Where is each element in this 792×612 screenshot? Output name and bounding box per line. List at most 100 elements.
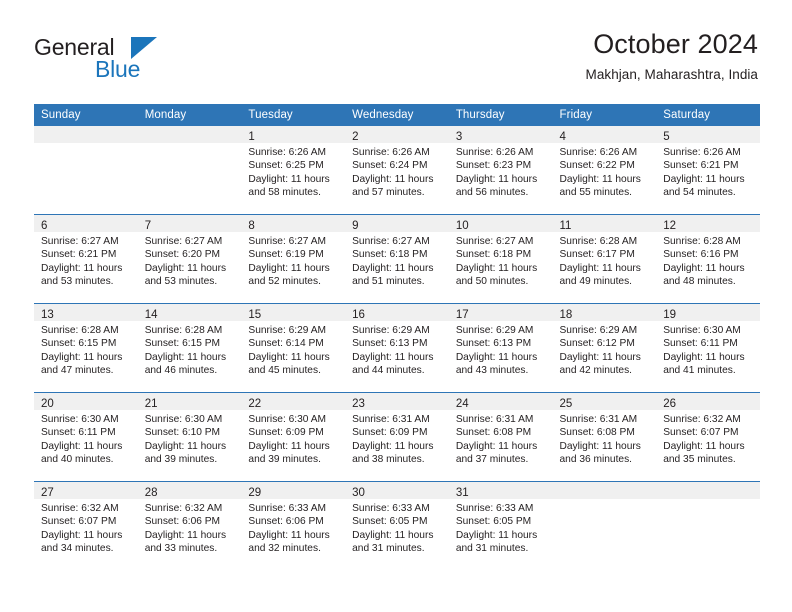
day-cell[interactable]: 1 Sunrise: 6:26 AM Sunset: 6:25 PM Dayli…	[241, 126, 346, 215]
sunset-text: Sunset: 6:24 PM	[352, 160, 428, 172]
sunset-text: Sunset: 6:09 PM	[352, 427, 428, 439]
sunset-text: Sunset: 6:05 PM	[352, 516, 428, 528]
sunset-text: Sunset: 6:07 PM	[663, 427, 739, 439]
daylight-text-line2: and 33 minutes.	[144, 543, 218, 555]
weekday-header-wednesday: Wednesday	[345, 104, 449, 126]
sunset-text: Sunset: 6:11 PM	[41, 427, 116, 439]
day-cell[interactable]: 24 Sunrise: 6:31 AM Sunset: 6:08 PM Dayl…	[448, 392, 553, 482]
day-cell[interactable]: 22 Sunrise: 6:30 AM Sunset: 6:09 PM Dayl…	[241, 392, 346, 482]
day-cell[interactable]: 18 Sunrise: 6:29 AM Sunset: 6:12 PM Dayl…	[552, 303, 657, 393]
day-cell[interactable]: 13 Sunrise: 6:28 AM Sunset: 6:15 PM Dayl…	[34, 303, 138, 393]
daylight-text-line2: and 34 minutes.	[41, 543, 114, 555]
day-cell[interactable]: 21 Sunrise: 6:30 AM Sunset: 6:10 PM Dayl…	[137, 392, 242, 482]
day-cell[interactable]: 27 Sunrise: 6:32 AM Sunset: 6:07 PM Dayl…	[34, 481, 138, 570]
daylight-text-line1: Daylight: 11 hours	[41, 529, 123, 541]
day-cell[interactable]: 23 Sunrise: 6:31 AM Sunset: 6:09 PM Dayl…	[345, 392, 449, 482]
day-number: 11	[559, 220, 572, 232]
day-number: 25	[559, 398, 573, 410]
daylight-text-line1: Daylight: 11 hours	[663, 262, 745, 274]
daylight-text-line1: Daylight: 11 hours	[352, 173, 434, 185]
sunset-text: Sunset: 6:19 PM	[248, 249, 324, 261]
calendar-page: General Blue October 2024 Makhjan, Mahar…	[0, 0, 792, 612]
day-cell[interactable]: 25 Sunrise: 6:31 AM Sunset: 6:08 PM Dayl…	[552, 392, 657, 482]
day-cell[interactable]: 15 Sunrise: 6:29 AM Sunset: 6:14 PM Dayl…	[241, 303, 346, 393]
daylight-text-line2: and 48 minutes.	[663, 276, 736, 288]
weekday-header-monday: Monday	[137, 104, 242, 126]
day-cell[interactable]: 31 Sunrise: 6:33 AM Sunset: 6:05 PM Dayl…	[448, 481, 553, 570]
sunrise-text: Sunrise: 6:28 AM	[559, 236, 638, 247]
day-cell[interactable]: 5 Sunrise: 6:26 AM Sunset: 6:21 PM Dayli…	[656, 126, 760, 215]
day-cell[interactable]: 17 Sunrise: 6:29 AM Sunset: 6:13 PM Dayl…	[448, 303, 553, 393]
day-cell-empty	[656, 481, 760, 570]
sunset-text: Sunset: 6:13 PM	[352, 338, 428, 350]
sunset-text: Sunset: 6:23 PM	[455, 160, 532, 172]
location-subtitle: Makhjan, Maharashtra, India	[585, 67, 758, 82]
day-cell-empty	[552, 481, 657, 570]
day-number: 5	[663, 131, 670, 143]
day-cell[interactable]: 6 Sunrise: 6:27 AM Sunset: 6:21 PM Dayli…	[34, 214, 138, 304]
weekday-header-tuesday: Tuesday	[241, 104, 346, 126]
day-cell[interactable]: 28 Sunrise: 6:32 AM Sunset: 6:06 PM Dayl…	[137, 481, 242, 570]
day-cell[interactable]: 8 Sunrise: 6:27 AM Sunset: 6:19 PM Dayli…	[241, 214, 346, 304]
day-cell[interactable]: 19 Sunrise: 6:30 AM Sunset: 6:11 PM Dayl…	[656, 303, 760, 393]
day-cell[interactable]: 16 Sunrise: 6:29 AM Sunset: 6:13 PM Dayl…	[345, 303, 449, 393]
sunset-text: Sunset: 6:09 PM	[248, 427, 324, 439]
day-number: 15	[248, 309, 262, 321]
sunrise-text: Sunrise: 6:26 AM	[663, 147, 741, 158]
sunrise-text: Sunrise: 6:29 AM	[559, 325, 638, 336]
daylight-text-line2: and 36 minutes.	[559, 454, 633, 466]
daylight-text-line1: Daylight: 11 hours	[559, 173, 641, 185]
daylight-text-line1: Daylight: 11 hours	[559, 262, 641, 274]
daylight-text-line2: and 46 minutes.	[144, 365, 218, 377]
sunset-text: Sunset: 6:05 PM	[455, 516, 532, 528]
day-cell[interactable]: 26 Sunrise: 6:32 AM Sunset: 6:07 PM Dayl…	[656, 392, 760, 482]
daylight-text-line1: Daylight: 11 hours	[559, 351, 641, 363]
sunrise-text: Sunrise: 6:31 AM	[559, 414, 638, 425]
sunrise-text: Sunrise: 6:32 AM	[144, 503, 223, 514]
daylight-text-line2: and 53 minutes.	[144, 276, 218, 288]
daylight-text-line1: Daylight: 11 hours	[455, 529, 538, 541]
daylight-text-line1: Daylight: 11 hours	[455, 351, 538, 363]
day-cell[interactable]: 7 Sunrise: 6:27 AM Sunset: 6:20 PM Dayli…	[137, 214, 242, 304]
sunset-text: Sunset: 6:22 PM	[559, 160, 635, 172]
daylight-text-line2: and 54 minutes.	[663, 187, 736, 199]
day-cell[interactable]: 11 Sunrise: 6:28 AM Sunset: 6:17 PM Dayl…	[552, 214, 657, 304]
daylight-text-line2: and 50 minutes.	[455, 276, 529, 288]
sunrise-text: Sunrise: 6:29 AM	[455, 325, 534, 336]
day-cell[interactable]: 10 Sunrise: 6:27 AM Sunset: 6:18 PM Dayl…	[448, 214, 553, 304]
sunset-text: Sunset: 6:17 PM	[559, 249, 635, 261]
day-number: 8	[248, 220, 255, 232]
day-cell[interactable]: 14 Sunrise: 6:28 AM Sunset: 6:15 PM Dayl…	[137, 303, 242, 393]
day-cell[interactable]: 20 Sunrise: 6:30 AM Sunset: 6:11 PM Dayl…	[34, 392, 138, 482]
day-cell[interactable]: 30 Sunrise: 6:33 AM Sunset: 6:05 PM Dayl…	[345, 481, 449, 570]
sunset-text: Sunset: 6:08 PM	[455, 427, 532, 439]
day-cell[interactable]: 29 Sunrise: 6:33 AM Sunset: 6:06 PM Dayl…	[241, 481, 346, 570]
day-cell-empty	[34, 126, 138, 215]
daylight-text-line1: Daylight: 11 hours	[352, 351, 434, 363]
daylight-text-line2: and 47 minutes.	[41, 365, 114, 377]
day-number: 9	[352, 220, 359, 232]
daylight-text-line1: Daylight: 11 hours	[144, 262, 227, 274]
day-number: 16	[352, 309, 365, 321]
day-cell[interactable]: 4 Sunrise: 6:26 AM Sunset: 6:22 PM Dayli…	[552, 126, 657, 215]
daylight-text-line2: and 37 minutes.	[455, 454, 529, 466]
daylight-text-line2: and 51 minutes.	[352, 276, 425, 288]
daylight-text-line2: and 39 minutes.	[144, 454, 218, 466]
sunrise-text: Sunrise: 6:33 AM	[352, 503, 430, 514]
day-number: 31	[455, 487, 469, 499]
day-cell[interactable]: 2 Sunrise: 6:26 AM Sunset: 6:24 PM Dayli…	[345, 126, 449, 215]
day-cell[interactable]: 3 Sunrise: 6:26 AM Sunset: 6:23 PM Dayli…	[448, 126, 553, 215]
day-number: 3	[455, 131, 463, 143]
day-number: 4	[559, 131, 566, 143]
day-cell[interactable]: 12 Sunrise: 6:28 AM Sunset: 6:16 PM Dayl…	[656, 214, 760, 304]
weekday-header-friday: Friday	[552, 104, 657, 126]
daylight-text-line1: Daylight: 11 hours	[41, 351, 123, 363]
logo-text-blue: Blue	[95, 56, 141, 82]
day-number: 14	[144, 309, 158, 321]
sunset-text: Sunset: 6:08 PM	[559, 427, 635, 439]
week-row: 13 Sunrise: 6:28 AM Sunset: 6:15 PM Dayl…	[34, 303, 760, 393]
day-cell[interactable]: 9 Sunrise: 6:27 AM Sunset: 6:18 PM Dayli…	[345, 214, 449, 304]
day-number: 19	[663, 309, 677, 321]
sunrise-text: Sunrise: 6:28 AM	[144, 325, 223, 336]
day-number: 22	[248, 398, 262, 410]
